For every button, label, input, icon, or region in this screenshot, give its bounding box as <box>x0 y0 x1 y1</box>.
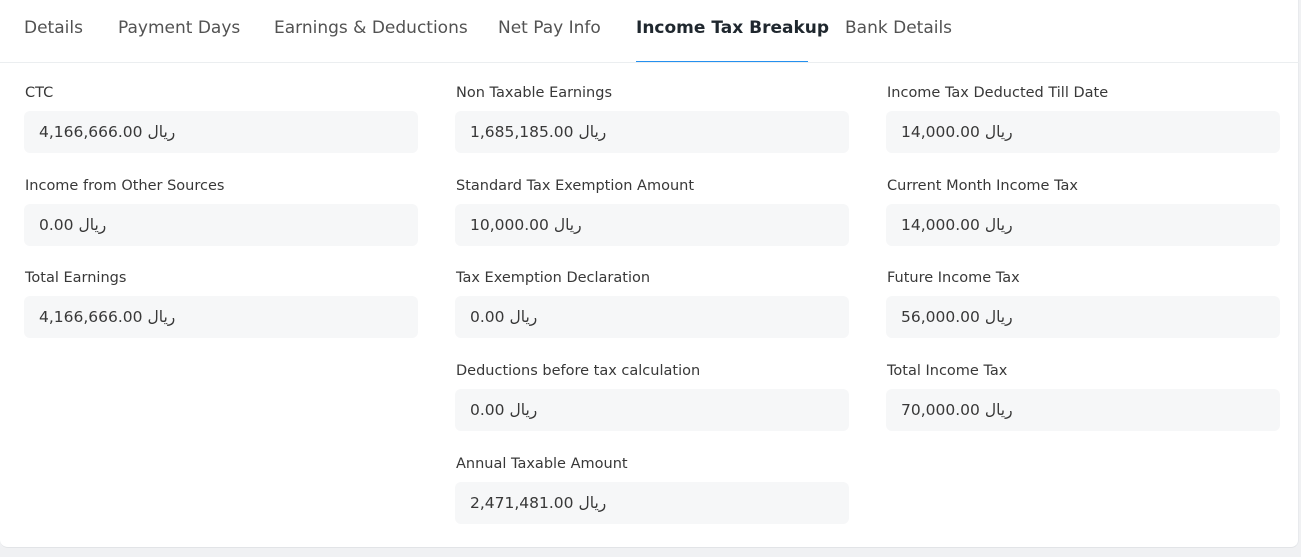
form-tabs: Details Payment Days Earnings & Deductio… <box>0 0 1299 63</box>
field-value-annual-taxable-amount[interactable]: 2,471,481.00 ريال <box>455 482 849 524</box>
field-label: Standard Tax Exemption Amount <box>456 178 695 194</box>
field-label: Tax Exemption Declaration <box>456 270 651 286</box>
field-value-ctc[interactable]: 4,166,666.00 ريال <box>24 111 418 153</box>
tab-net-pay-info[interactable]: Net Pay Info <box>498 0 601 62</box>
tab-payment-days[interactable]: Payment Days <box>118 0 240 62</box>
field-label: Current Month Income Tax <box>887 178 1079 194</box>
field-label: CTC <box>25 85 54 101</box>
field-value-tax-exemption-declaration[interactable]: 0.00 ريال <box>455 296 849 338</box>
field-value-deductions-before-tax-calculation[interactable]: 0.00 ريال <box>455 389 849 431</box>
field-value-total-earnings[interactable]: 4,166,666.00 ريال <box>24 296 418 338</box>
field-value-income-from-other-sources[interactable]: 0.00 ريال <box>24 204 418 246</box>
tab-details[interactable]: Details <box>24 0 83 62</box>
tab-earnings-deductions[interactable]: Earnings & Deductions <box>274 0 468 62</box>
field-value-standard-tax-exemption-amount[interactable]: 10,000.00 ريال <box>455 204 849 246</box>
field-label: Future Income Tax <box>887 270 1020 286</box>
field-label: Total Earnings <box>25 270 127 286</box>
field-label: Non Taxable Earnings <box>456 85 613 101</box>
field-label: Income Tax Deducted Till Date <box>887 85 1109 101</box>
field-value-current-month-income-tax[interactable]: 14,000.00 ريال <box>886 204 1280 246</box>
tab-bank-details[interactable]: Bank Details <box>845 0 952 62</box>
tab-income-tax-breakup[interactable]: Income Tax Breakup <box>636 0 829 62</box>
field-label: Income from Other Sources <box>25 178 225 194</box>
field-value-total-income-tax[interactable]: 70,000.00 ريال <box>886 389 1280 431</box>
field-label: Annual Taxable Amount <box>456 456 628 472</box>
field-label: Total Income Tax <box>887 363 1008 379</box>
field-value-non-taxable-earnings[interactable]: 1,685,185.00 ريال <box>455 111 849 153</box>
income-tax-breakup-card: Details Payment Days Earnings & Deductio… <box>0 0 1299 548</box>
field-value-future-income-tax[interactable]: 56,000.00 ريال <box>886 296 1280 338</box>
field-value-income-tax-deducted-till-date[interactable]: 14,000.00 ريال <box>886 111 1280 153</box>
field-label: Deductions before tax calculation <box>456 363 701 379</box>
